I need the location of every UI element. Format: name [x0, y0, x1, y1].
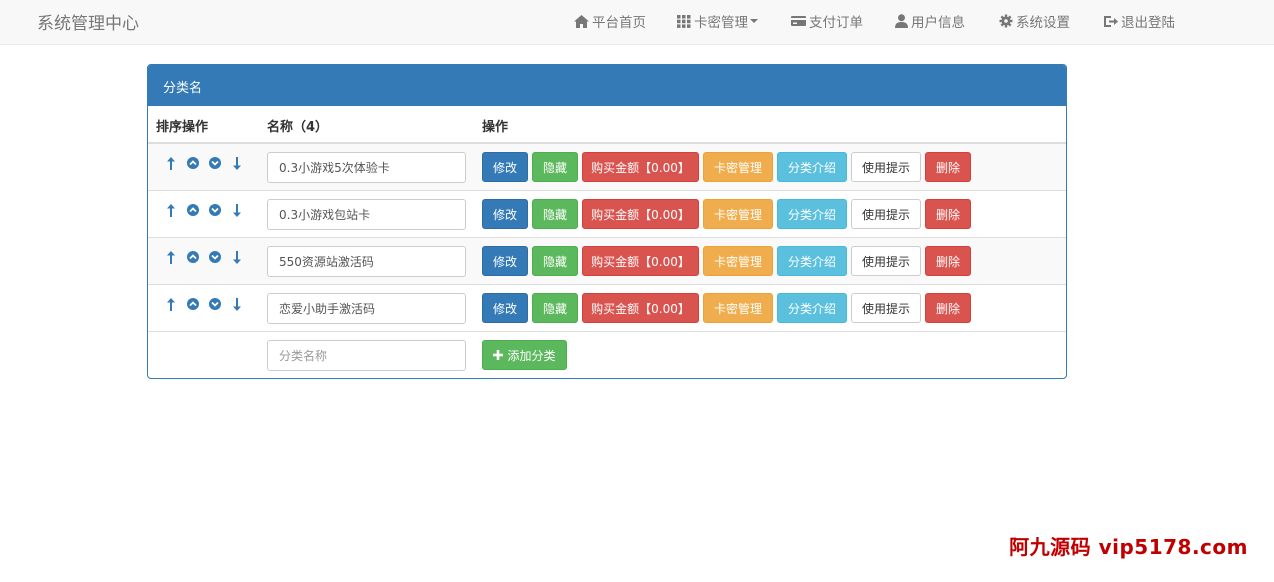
move-up-icon[interactable] — [182, 250, 204, 264]
price-button[interactable]: 购买金额【0.00】 — [582, 246, 699, 276]
sort-controls — [160, 156, 248, 170]
nav-label: 用户信息 — [911, 15, 965, 31]
edit-button[interactable]: 修改 — [482, 246, 528, 276]
table-row: 恋爱小助手激活码 修改 隐藏 购买金额【0.00】 卡密管理 分类介绍 使用提示 删除 — [148, 285, 1066, 332]
move-bottom-icon[interactable] — [226, 203, 248, 217]
home-icon — [574, 14, 589, 28]
nav-item-card-manage[interactable]: 卡密管理 — [677, 11, 758, 31]
card-manage-button[interactable]: 卡密管理 — [703, 246, 773, 276]
delete-button[interactable]: 删除 — [925, 293, 971, 323]
column-header-actions: 操作 — [482, 120, 509, 135]
hide-button[interactable]: 隐藏 — [532, 293, 578, 323]
category-name-field[interactable]: 恋爱小助手激活码 — [267, 293, 466, 324]
caret-down-icon — [750, 19, 758, 23]
move-up-icon[interactable] — [182, 297, 204, 311]
sort-controls — [160, 203, 248, 217]
move-up-icon[interactable] — [182, 156, 204, 170]
watermark-text: 阿九源码 vip5178.com — [1009, 535, 1248, 559]
table-row: 550资源站激活码 修改 隐藏 购买金额【0.00】 卡密管理 分类介绍 使用提示 删除 — [148, 238, 1066, 285]
move-top-icon[interactable] — [160, 203, 182, 217]
column-header-name: 名称（4） — [267, 120, 329, 135]
usage-tip-button[interactable]: 使用提示 — [851, 246, 921, 276]
category-panel: 分类名 排序操作 名称（4） 操作 0.3小游戏5次体验卡 修改 隐藏 购买金额【0.… — [147, 64, 1067, 379]
logout-icon — [1104, 15, 1118, 27]
top-navbar: 系统管理中心 平台首页 卡密管理 支付订单 用户信息 系统设置 退出登陆 — [0, 0, 1274, 45]
category-name-input[interactable]: 分类名称 — [267, 340, 466, 371]
row-actions: 修改 隐藏 购买金额【0.00】 卡密管理 分类介绍 使用提示 删除 — [482, 199, 975, 229]
category-name-field[interactable]: 0.3小游戏包站卡 — [267, 199, 466, 230]
nav-label: 卡密管理 — [694, 15, 748, 31]
hide-button[interactable]: 隐藏 — [532, 199, 578, 229]
delete-button[interactable]: 删除 — [925, 199, 971, 229]
move-top-icon[interactable] — [160, 156, 182, 170]
table-row: 0.3小游戏包站卡 修改 隐藏 购买金额【0.00】 卡密管理 分类介绍 使用提示 删除 — [148, 191, 1066, 238]
nav-item-settings[interactable]: 系统设置 — [999, 11, 1070, 31]
row-actions: 修改 隐藏 购买金额【0.00】 卡密管理 分类介绍 使用提示 删除 — [482, 293, 975, 323]
plus-icon — [493, 350, 504, 360]
card-manage-button[interactable]: 卡密管理 — [703, 293, 773, 323]
new-category-row: 分类名称 添加分类 — [148, 332, 1066, 378]
card-manage-button[interactable]: 卡密管理 — [703, 199, 773, 229]
user-icon — [895, 14, 908, 28]
table-row: 0.3小游戏5次体验卡 修改 隐藏 购买金额【0.00】 卡密管理 分类介绍 使用提示 删除 — [148, 144, 1066, 191]
card-manage-button[interactable]: 卡密管理 — [703, 152, 773, 182]
delete-button[interactable]: 删除 — [925, 152, 971, 182]
edit-button[interactable]: 修改 — [482, 152, 528, 182]
brand-title[interactable]: 系统管理中心 — [37, 9, 139, 34]
move-top-icon[interactable] — [160, 297, 182, 311]
add-category-label: 添加分类 — [507, 348, 556, 363]
price-button[interactable]: 购买金额【0.00】 — [582, 293, 699, 323]
nav-label: 支付订单 — [809, 15, 863, 31]
hide-button[interactable]: 隐藏 — [532, 152, 578, 182]
hide-button[interactable]: 隐藏 — [532, 246, 578, 276]
row-actions: 修改 隐藏 购买金额【0.00】 卡密管理 分类介绍 使用提示 删除 — [482, 152, 975, 182]
move-bottom-icon[interactable] — [226, 156, 248, 170]
move-bottom-icon[interactable] — [226, 297, 248, 311]
move-down-icon[interactable] — [204, 297, 226, 311]
category-intro-button[interactable]: 分类介绍 — [777, 293, 847, 323]
credit-card-icon — [791, 16, 806, 26]
sort-controls — [160, 297, 248, 311]
category-intro-button[interactable]: 分类介绍 — [777, 199, 847, 229]
edit-button[interactable]: 修改 — [482, 199, 528, 229]
usage-tip-button[interactable]: 使用提示 — [851, 293, 921, 323]
move-bottom-icon[interactable] — [226, 250, 248, 264]
delete-button[interactable]: 删除 — [925, 246, 971, 276]
table-header: 排序操作 名称（4） 操作 — [148, 106, 1066, 144]
row-actions: 修改 隐藏 购买金额【0.00】 卡密管理 分类介绍 使用提示 删除 — [482, 246, 975, 276]
gear-icon — [999, 14, 1013, 28]
category-name-field[interactable]: 0.3小游戏5次体验卡 — [267, 152, 466, 183]
category-name-field[interactable]: 550资源站激活码 — [267, 246, 466, 277]
usage-tip-button[interactable]: 使用提示 — [851, 152, 921, 182]
column-header-sort: 排序操作 — [156, 120, 209, 135]
nav-item-orders[interactable]: 支付订单 — [791, 11, 863, 31]
category-intro-button[interactable]: 分类介绍 — [777, 246, 847, 276]
nav-item-home[interactable]: 平台首页 — [574, 11, 646, 31]
grid-icon — [677, 14, 691, 28]
add-category-button[interactable]: 添加分类 — [482, 340, 567, 370]
move-down-icon[interactable] — [204, 250, 226, 264]
nav-item-logout[interactable]: 退出登陆 — [1103, 11, 1175, 31]
price-button[interactable]: 购买金额【0.00】 — [582, 199, 699, 229]
edit-button[interactable]: 修改 — [482, 293, 528, 323]
panel-title: 分类名 — [148, 65, 1066, 106]
usage-tip-button[interactable]: 使用提示 — [851, 199, 921, 229]
nav-label: 退出登陆 — [1121, 15, 1175, 31]
move-down-icon[interactable] — [204, 156, 226, 170]
move-down-icon[interactable] — [204, 203, 226, 217]
nav-label: 系统设置 — [1016, 15, 1070, 31]
price-button[interactable]: 购买金额【0.00】 — [582, 152, 699, 182]
nav-label: 平台首页 — [592, 15, 646, 31]
sort-controls — [160, 250, 248, 264]
category-intro-button[interactable]: 分类介绍 — [777, 152, 847, 182]
move-up-icon[interactable] — [182, 203, 204, 217]
move-top-icon[interactable] — [160, 250, 182, 264]
nav-item-user[interactable]: 用户信息 — [895, 11, 965, 31]
